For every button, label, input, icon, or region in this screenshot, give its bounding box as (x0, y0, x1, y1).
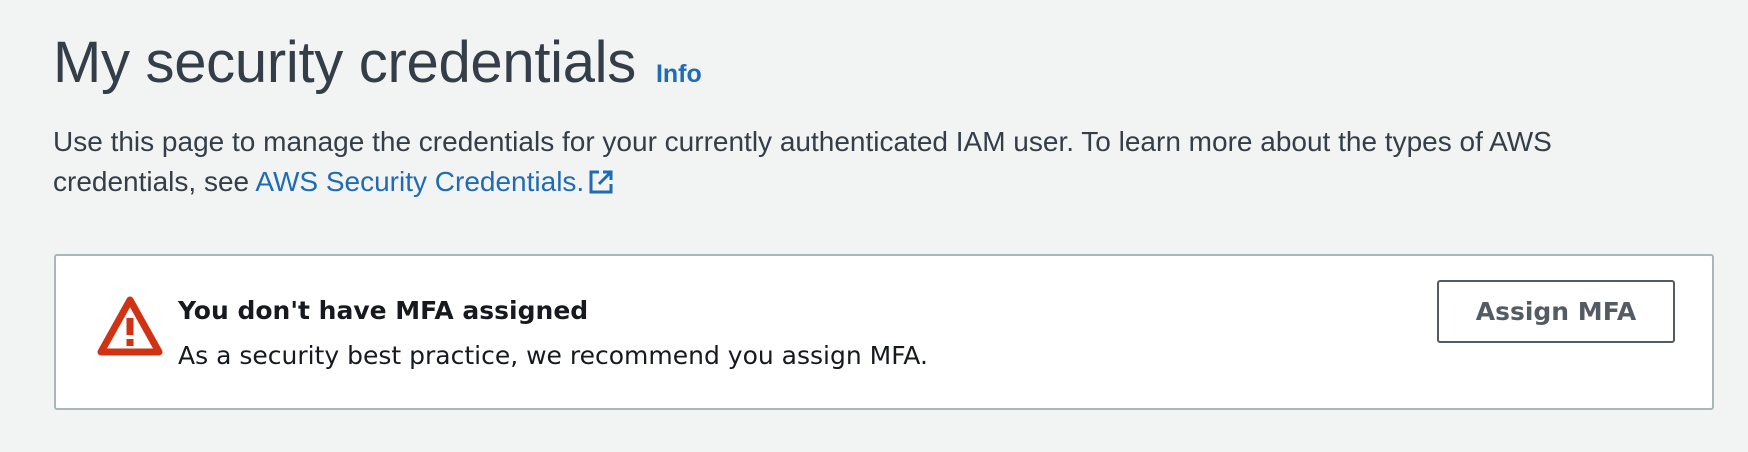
page: My security credentials Info Use this pa… (0, 0, 1748, 452)
mfa-warning-alert: You don't have MFA assigned As a securit… (54, 254, 1714, 410)
aws-security-credentials-link[interactable]: AWS Security Credentials. (255, 166, 614, 197)
link-label: AWS Security Credentials. (255, 166, 585, 197)
page-header: My security credentials Info (53, 28, 702, 98)
info-link[interactable]: Info (656, 60, 702, 89)
external-link-icon (588, 166, 614, 206)
assign-mfa-button[interactable]: Assign MFA (1437, 280, 1675, 343)
page-description: Use this page to manage the credentials … (53, 122, 1673, 206)
alert-message: As a security best practice, we recommen… (178, 341, 928, 370)
warning-icon (96, 294, 164, 358)
page-title: My security credentials (53, 30, 636, 95)
alert-title: You don't have MFA assigned (178, 296, 589, 325)
